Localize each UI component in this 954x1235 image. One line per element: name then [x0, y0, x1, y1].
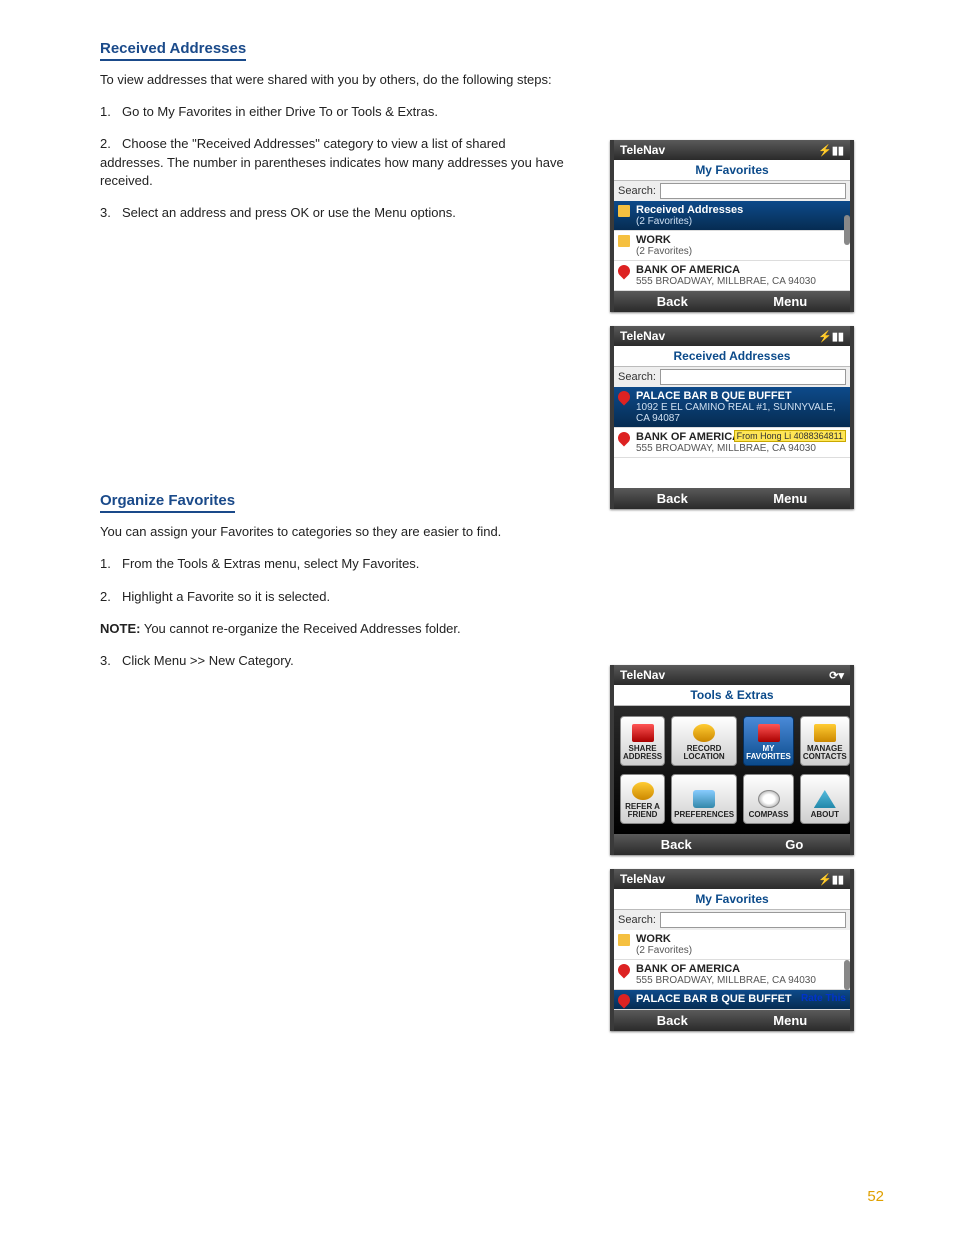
- softkey-back[interactable]: Back: [657, 491, 688, 506]
- grid-share-address[interactable]: SHARE ADDRESS: [620, 716, 665, 766]
- screenshot-tools-extras: TeleNav ⟳▾ Tools & Extras SHARE ADDRESS R…: [610, 665, 854, 855]
- compass-icon: [758, 790, 780, 808]
- heart-icon: [616, 992, 633, 1009]
- tools-grid: SHARE ADDRESS RECORD LOCATION MY FAVORIT…: [614, 706, 850, 834]
- screen-title: My Favorites: [614, 889, 850, 910]
- step-o1: 1.From the Tools & Extras menu, select M…: [100, 555, 570, 573]
- folder-icon: [618, 235, 630, 247]
- brand-label: TeleNav: [620, 668, 665, 682]
- search-label: Search:: [618, 185, 656, 197]
- battery-icon: ⚡▮▮: [818, 873, 844, 886]
- share-icon: [632, 724, 654, 742]
- softkey-back[interactable]: Back: [661, 837, 692, 852]
- grid-compass[interactable]: COMPASS: [743, 774, 794, 824]
- section-received-addresses: Received Addresses To view addresses tha…: [100, 40, 570, 222]
- list-item[interactable]: WORK(2 Favorites): [614, 231, 850, 261]
- favorites-icon: [758, 724, 780, 742]
- intro-organize: You can assign your Favorites to categor…: [100, 523, 570, 541]
- envelope-icon: [618, 205, 630, 217]
- battery-icon: ⚡▮▮: [818, 144, 844, 157]
- sender-chip: From Hong Li 4088364811: [734, 430, 846, 442]
- screenshot-my-favorites-received: TeleNav ⚡▮▮ My Favorites Search: Received…: [610, 140, 854, 312]
- screenshot-my-favorites-organize: TeleNav ⚡▮▮ My Favorites Search: WORK(2 F…: [610, 869, 854, 1031]
- list-item[interactable]: WORK(2 Favorites): [614, 930, 850, 960]
- step-o3: 3.Click Menu >> New Category.: [100, 652, 570, 670]
- about-icon: [814, 790, 836, 808]
- page-number: 52: [867, 1188, 884, 1205]
- list-item[interactable]: BANK OF AMERICA555 BROADWAY, MILLBRAE, C…: [614, 261, 850, 291]
- softkey-back[interactable]: Back: [657, 1013, 688, 1028]
- heading-received: Received Addresses: [100, 40, 570, 61]
- step-1: 1.Go to My Favorites in either Drive To …: [100, 103, 570, 121]
- heading-organize: Organize Favorites: [100, 492, 570, 513]
- list-item[interactable]: BANK OF AMERICA555 BROADWAY, MILLBRAE, C…: [614, 960, 850, 990]
- list-item[interactable]: PALACE BAR B QUE BUFFET1092 E EL CAMINO …: [614, 387, 850, 428]
- contacts-icon: [814, 724, 836, 742]
- intro-received: To view addresses that were shared with …: [100, 71, 570, 89]
- softkey-menu[interactable]: Menu: [773, 491, 807, 506]
- refer-icon: [632, 782, 654, 800]
- search-input[interactable]: [660, 183, 846, 199]
- heart-icon: [616, 389, 633, 406]
- preferences-icon: [693, 790, 715, 808]
- favorites-list: Received Addresses(2 Favorites) WORK(2 F…: [614, 201, 850, 291]
- search-label: Search:: [618, 914, 656, 926]
- screen-title: Received Addresses: [614, 346, 850, 367]
- heart-icon: [616, 962, 633, 979]
- favorites-list: WORK(2 Favorites) BANK OF AMERICA555 BRO…: [614, 930, 850, 1010]
- screenshot-received-addresses: TeleNav ⚡▮▮ Received Addresses Search: PA…: [610, 326, 854, 509]
- signal-icon: ⟳▾: [829, 669, 844, 682]
- received-list: PALACE BAR B QUE BUFFET1092 E EL CAMINO …: [614, 387, 850, 458]
- list-item[interactable]: BANK OF AMERICA555 BROADWAY, MILLBRAE, C…: [614, 428, 850, 458]
- brand-label: TeleNav: [620, 329, 665, 343]
- search-input[interactable]: [660, 912, 846, 928]
- screen-title: Tools & Extras: [614, 685, 850, 706]
- grid-record-location[interactable]: RECORD LOCATION: [671, 716, 737, 766]
- search-input[interactable]: [660, 369, 846, 385]
- section-organize-favorites: Organize Favorites You can assign your F…: [100, 492, 570, 670]
- grid-about[interactable]: ABOUT: [800, 774, 850, 824]
- heart-icon: [616, 263, 633, 280]
- softkey-go[interactable]: Go: [785, 837, 803, 852]
- brand-label: TeleNav: [620, 872, 665, 886]
- step-3: 3.Select an address and press OK or use …: [100, 204, 570, 222]
- step-o2: 2.Highlight a Favorite so it is selected…: [100, 588, 570, 606]
- search-label: Search:: [618, 371, 656, 383]
- list-item[interactable]: Received Addresses(2 Favorites): [614, 201, 850, 231]
- grid-refer-friend[interactable]: REFER A FRIEND: [620, 774, 665, 824]
- grid-manage-contacts[interactable]: MANAGE CONTACTS: [800, 716, 850, 766]
- brand-label: TeleNav: [620, 143, 665, 157]
- note-organize: NOTE: You cannot re-organize the Receive…: [100, 620, 570, 638]
- heart-icon: [616, 430, 633, 447]
- rate-link[interactable]: Rate This: [801, 993, 846, 1004]
- grid-my-favorites[interactable]: MY FAVORITES: [743, 716, 794, 766]
- softkey-menu[interactable]: Menu: [773, 294, 807, 309]
- list-item[interactable]: PALACE BAR B QUE BUFFETRate This: [614, 990, 850, 1010]
- battery-icon: ⚡▮▮: [818, 330, 844, 343]
- grid-preferences[interactable]: PREFERENCES: [671, 774, 737, 824]
- scrollbar[interactable]: [844, 215, 850, 245]
- screen-title: My Favorites: [614, 160, 850, 181]
- softkey-back[interactable]: Back: [657, 294, 688, 309]
- record-icon: [693, 724, 715, 742]
- scrollbar[interactable]: [844, 960, 850, 990]
- folder-icon: [618, 934, 630, 946]
- step-2: 2.Choose the "Received Addresses" catego…: [100, 135, 570, 190]
- softkey-menu[interactable]: Menu: [773, 1013, 807, 1028]
